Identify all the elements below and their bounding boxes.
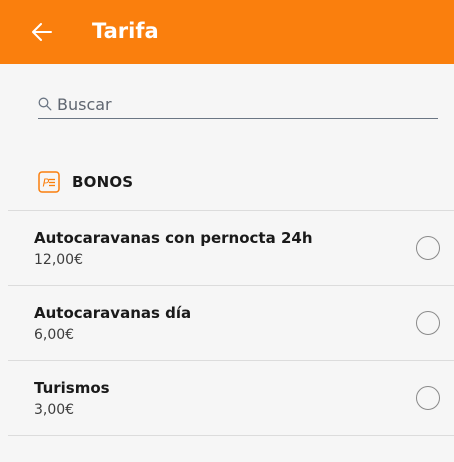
tariff-name: Turismos — [34, 379, 110, 397]
tariff-price: 12,00€ — [34, 252, 83, 268]
section-header-bonos: P BONOS — [38, 170, 133, 194]
tariff-item[interactable]: Turismos 3,00€ — [8, 360, 454, 436]
page-title: Tarifa — [92, 19, 159, 43]
tariff-item[interactable]: Autocaravanas con pernocta 24h 12,00€ — [8, 210, 454, 285]
tariff-list: Autocaravanas con pernocta 24h 12,00€ Au… — [8, 210, 454, 436]
tariff-item[interactable]: Autocaravanas día 6,00€ — [8, 285, 454, 360]
search-input[interactable] — [57, 94, 417, 114]
svg-text:P: P — [43, 177, 50, 190]
arrow-left-icon — [32, 23, 52, 41]
section-label: BONOS — [72, 173, 134, 191]
tariff-name: Autocaravanas con pernocta 24h — [34, 229, 313, 247]
back-button[interactable] — [30, 20, 54, 44]
tariff-radio-button[interactable] — [416, 311, 440, 335]
tariff-name: Autocaravanas día — [34, 304, 192, 322]
tariff-radio-button[interactable] — [416, 236, 440, 260]
tariff-price: 3,00€ — [34, 402, 75, 418]
app-header: Tarifa — [0, 0, 454, 64]
tariff-price: 6,00€ — [34, 327, 75, 343]
tariff-radio-button[interactable] — [416, 386, 440, 410]
search-icon — [38, 97, 52, 111]
search-bar[interactable] — [38, 90, 438, 119]
parking-ticket-icon: P — [38, 171, 60, 193]
